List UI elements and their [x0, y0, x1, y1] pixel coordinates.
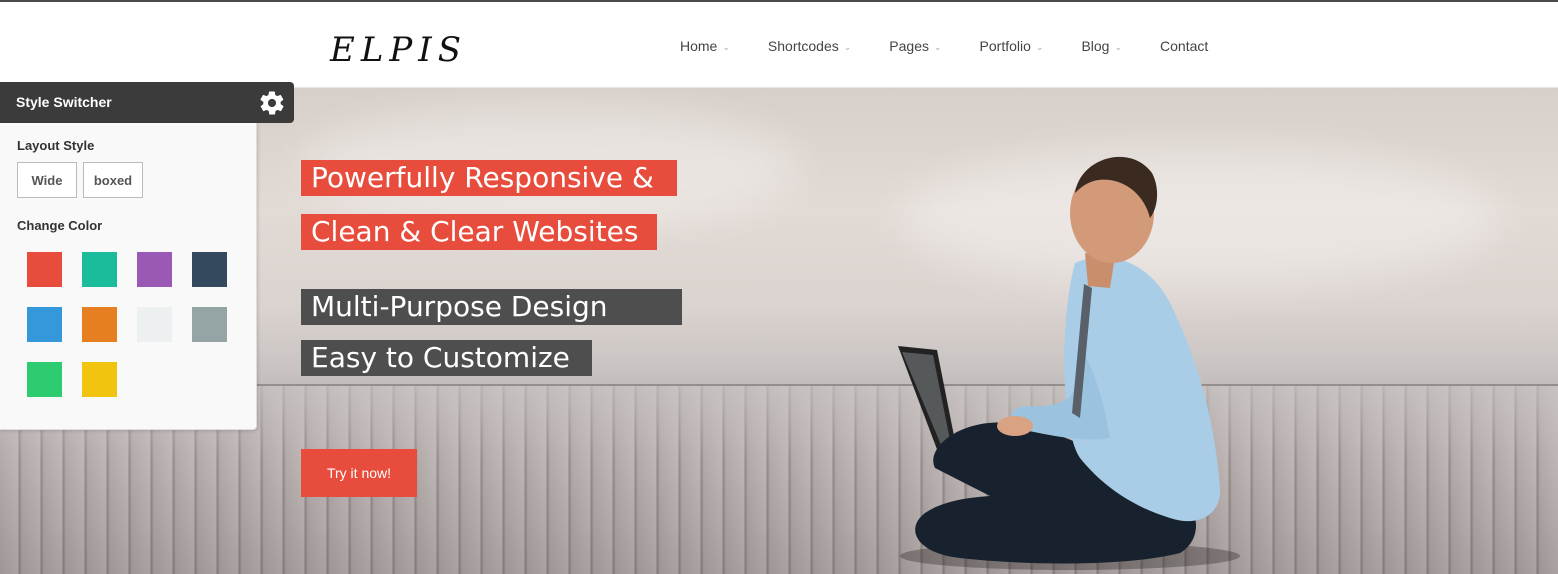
- site-logo[interactable]: ELPIS: [330, 30, 467, 70]
- nav-item-label: Pages: [889, 38, 929, 54]
- nav-item-label: Home: [680, 38, 718, 54]
- nav-item-label: Shortcodes: [767, 38, 839, 54]
- main-nav: Home ⌄ Shortcodes ⌄ Pages ⌄ Portfolio ⌄ …: [680, 36, 1246, 56]
- nav-item-contact[interactable]: Contact: [1160, 36, 1208, 56]
- nav-item-home[interactable]: Home ⌄: [680, 36, 730, 56]
- chevron-down-icon: ⌄: [722, 41, 730, 52]
- nav-item-label: Contact: [1160, 38, 1209, 54]
- style-switcher-header: Style Switcher: [0, 82, 294, 123]
- change-color-label: Change Color: [17, 218, 103, 233]
- color-swatch-orange[interactable]: [82, 307, 117, 342]
- layout-wide-button[interactable]: Wide: [17, 162, 77, 198]
- chevron-down-icon: ⌄: [843, 41, 852, 52]
- hero-feature-line-1: Multi-Purpose Design: [301, 289, 682, 325]
- color-swatch-navy[interactable]: [192, 252, 227, 287]
- color-swatch-yellow[interactable]: [82, 362, 117, 397]
- chevron-down-icon: ⌄: [1035, 41, 1044, 52]
- color-swatch-green[interactable]: [27, 362, 62, 397]
- hero-headline-line-1: Powerfully Responsive &: [301, 160, 677, 196]
- hero-feature-line-2: Easy to Customize: [301, 340, 592, 376]
- color-swatch-blue[interactable]: [27, 307, 62, 342]
- chevron-down-icon: ⌄: [933, 41, 942, 52]
- nav-item-pages[interactable]: Pages ⌄: [889, 36, 941, 56]
- style-switcher-title: Style Switcher: [16, 94, 112, 110]
- color-swatch-light-gray[interactable]: [137, 307, 172, 342]
- hero-headline-line-2: Clean & Clear Websites: [301, 214, 657, 250]
- site-header: ELPIS Home ⌄ Shortcodes ⌄ Pages ⌄ Portfo…: [0, 0, 1558, 88]
- layout-style-label: Layout Style: [17, 138, 95, 153]
- nav-item-label: Blog: [1081, 38, 1110, 54]
- nav-item-label: Portfolio: [979, 38, 1031, 54]
- layout-boxed-button[interactable]: boxed: [83, 162, 143, 198]
- nav-item-shortcodes[interactable]: Shortcodes ⌄: [768, 36, 851, 56]
- try-it-now-button[interactable]: Try it now!: [301, 449, 417, 497]
- style-switcher-panel: Layout Style Wide boxed Change Color: [0, 123, 257, 430]
- color-swatch-turquoise[interactable]: [82, 252, 117, 287]
- nav-item-blog[interactable]: Blog ⌄: [1081, 36, 1122, 56]
- color-swatch-purple[interactable]: [137, 252, 172, 287]
- color-swatch-red[interactable]: [27, 252, 62, 287]
- chevron-down-icon: ⌄: [1114, 41, 1123, 52]
- color-swatch-gray[interactable]: [192, 307, 227, 342]
- nav-item-portfolio[interactable]: Portfolio ⌄: [980, 36, 1044, 56]
- gear-icon[interactable]: [258, 89, 286, 117]
